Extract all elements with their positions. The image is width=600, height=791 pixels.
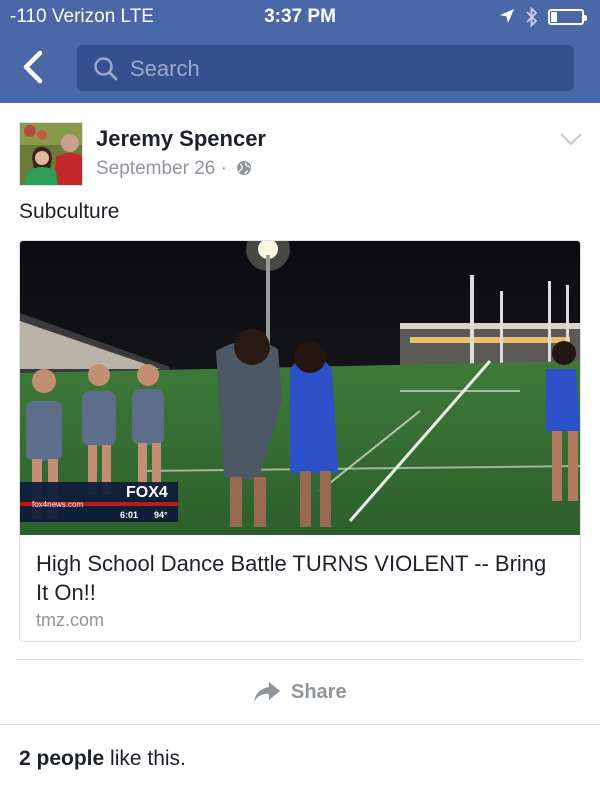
fox4-temp-label: 94° xyxy=(154,510,168,520)
search-input[interactable]: Search xyxy=(77,45,574,91)
author-avatar[interactable] xyxy=(19,122,83,186)
share-arrow-icon xyxy=(254,682,280,702)
status-bar: -110 Verizon LTE 3:37 PM xyxy=(0,0,600,34)
chevron-left-icon xyxy=(23,50,43,84)
link-title[interactable]: High School Dance Battle TURNS VIOLENT -… xyxy=(36,549,556,607)
battery-level xyxy=(551,12,557,22)
likes-suffix: like this. xyxy=(104,747,186,770)
link-thumbnail[interactable]: FOX4 fox4news.com 6:01 94° xyxy=(20,241,581,535)
fox4-time-label: 6:01 xyxy=(120,510,138,520)
fox4-station-label: FOX4 xyxy=(126,484,168,501)
post-text: Subculture xyxy=(19,200,120,223)
globe-icon xyxy=(237,161,252,175)
chevron-down-icon xyxy=(560,133,582,146)
post-meta: September 26 · xyxy=(96,158,252,180)
search-icon xyxy=(94,57,118,81)
author-name[interactable]: Jeremy Spencer xyxy=(96,126,266,152)
back-button[interactable] xyxy=(16,47,52,87)
link-preview-card[interactable]: FOX4 fox4news.com 6:01 94° High School D… xyxy=(19,240,581,642)
bluetooth-icon xyxy=(526,6,538,28)
battery-icon xyxy=(548,9,587,25)
fox4-site-label: fox4news.com xyxy=(32,500,83,509)
status-icons xyxy=(498,6,588,28)
link-domain: tmz.com xyxy=(36,610,105,630)
likes-count[interactable]: 2 people xyxy=(19,747,104,770)
header-bar: -110 Verizon LTE 3:37 PM Search xyxy=(0,0,600,103)
share-label: Share xyxy=(291,681,347,703)
location-arrow-icon xyxy=(500,9,514,23)
divider xyxy=(0,724,600,725)
post-date[interactable]: September 26 · xyxy=(96,158,227,179)
likes-summary[interactable]: 2 people like this. xyxy=(19,747,186,771)
post-options-button[interactable] xyxy=(558,130,584,148)
share-button[interactable]: Share xyxy=(0,660,600,724)
search-placeholder: Search xyxy=(130,56,200,81)
avatar-photo xyxy=(20,123,82,185)
